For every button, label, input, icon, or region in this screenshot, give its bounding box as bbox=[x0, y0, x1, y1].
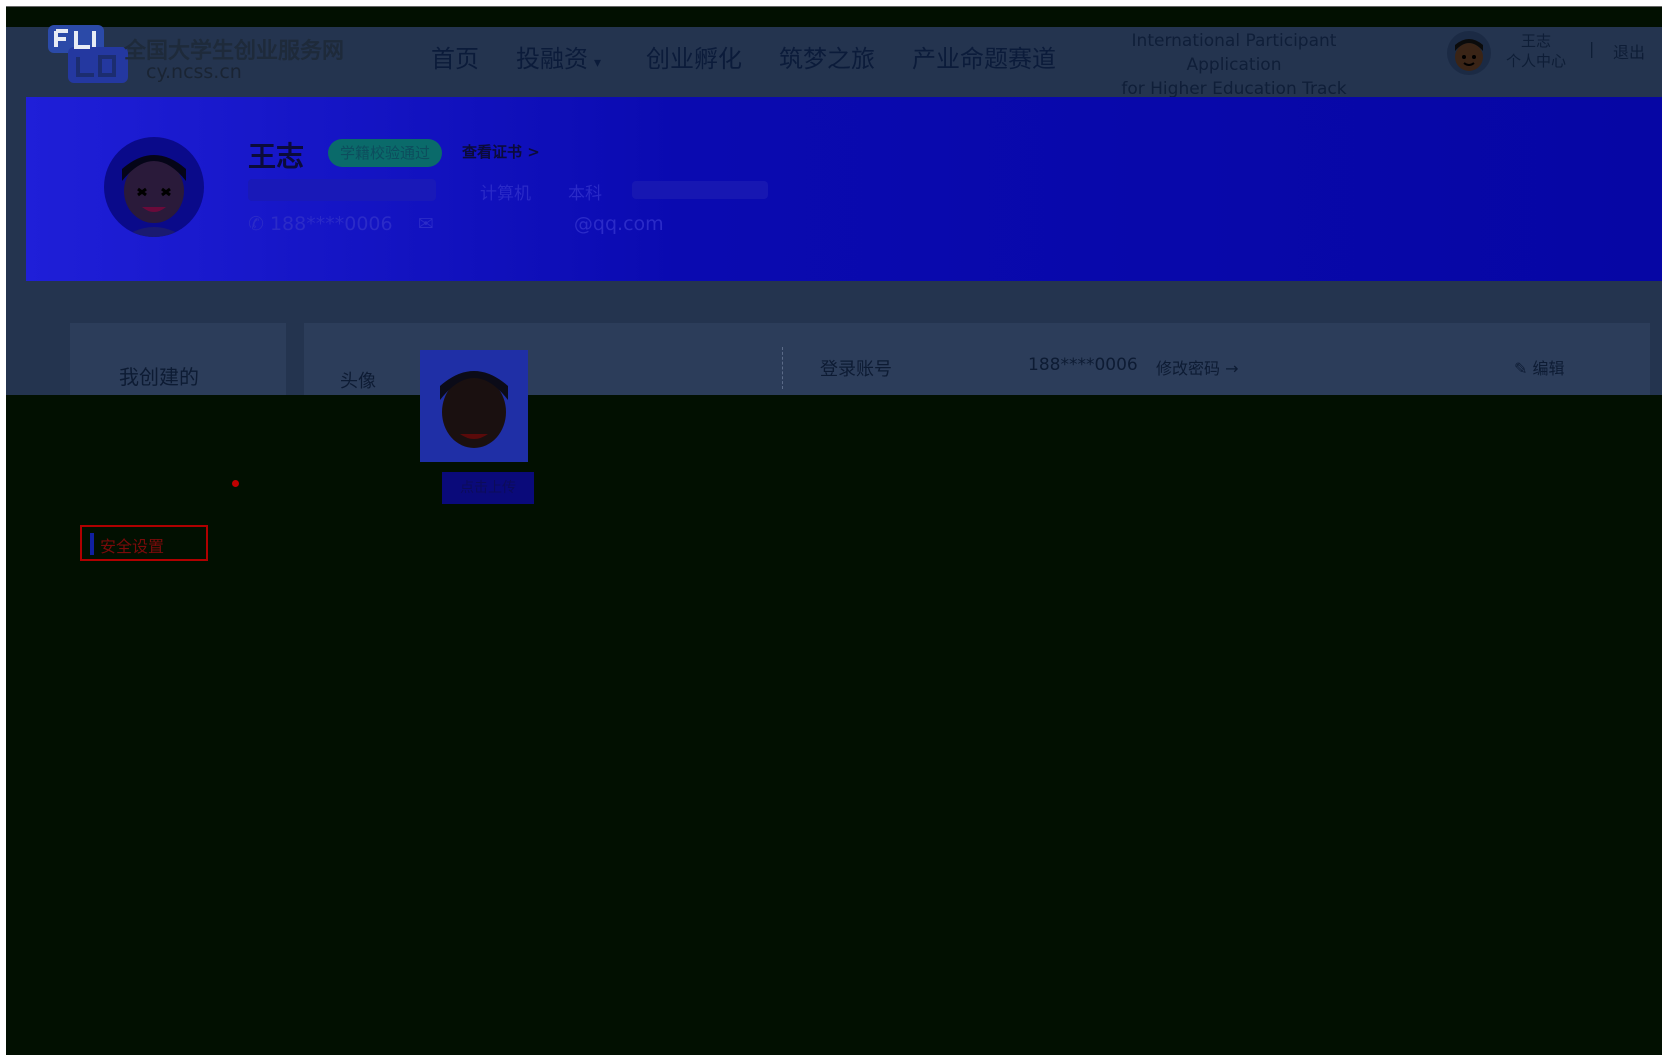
phone-icon: ✆ bbox=[248, 213, 270, 235]
profile-phone: ✆ 188****0006 bbox=[248, 213, 393, 235]
view-certificate-link[interactable]: 查看证书 > bbox=[462, 141, 540, 162]
redacted-email bbox=[434, 220, 574, 230]
sidebar-item-security[interactable]: 安全设置 bbox=[80, 525, 208, 561]
user-menu[interactable]: 王志 个人中心 bbox=[1506, 31, 1566, 71]
sidebar-item-label: 安全设置 bbox=[100, 537, 165, 556]
notification-dot bbox=[232, 480, 239, 487]
nav-journey[interactable]: 筑梦之旅 bbox=[779, 39, 875, 74]
divider bbox=[782, 347, 783, 389]
login-account-label: 登录账号 bbox=[820, 359, 892, 380]
redacted-info bbox=[632, 181, 768, 199]
intl-line-1: International Participant Application bbox=[1131, 31, 1337, 75]
redacted-school bbox=[248, 179, 436, 201]
chevron-down-icon: ▾ bbox=[594, 55, 602, 71]
nav-home[interactable]: 首页 bbox=[431, 39, 479, 74]
nav-industry-track[interactable]: 产业命题赛道 bbox=[912, 39, 1056, 74]
avatar-label: 头像 bbox=[340, 371, 376, 392]
status-badge: 学籍校验通过 bbox=[328, 139, 443, 167]
mail-icon: ✉ bbox=[418, 213, 434, 235]
site-url[interactable]: cy.ncss.cn bbox=[146, 61, 242, 83]
top-navigation: 全国大学生创业服务网 cy.ncss.cn 首页 投融资 ▾ 创业孵化 筑梦之旅 … bbox=[6, 25, 1662, 101]
profile-banner: 王志 学籍校验通过 查看证书 > 计算机 本科 ✆ 188****0006 ✉ @… bbox=[26, 97, 1662, 281]
avatar-face-icon bbox=[1455, 39, 1483, 71]
sidebar-title[interactable]: 我创建的 bbox=[119, 361, 199, 390]
browser-viewport: 全国大学生创业服务网 cy.ncss.cn 首页 投融资 ▾ 创业孵化 筑梦之旅 … bbox=[6, 6, 1662, 1055]
edit-button[interactable]: ✎ 编辑 bbox=[1514, 355, 1565, 379]
user-center-link[interactable]: 个人中心 bbox=[1506, 51, 1566, 71]
upload-avatar-button[interactable]: 点击上传 bbox=[442, 472, 534, 504]
logout-link[interactable]: 退出 bbox=[1613, 39, 1645, 63]
login-account-value: 188****0006 bbox=[1028, 355, 1138, 375]
nav-separator: | bbox=[1589, 39, 1595, 58]
profile-major: 计算机 bbox=[480, 184, 531, 204]
change-password-link[interactable]: 修改密码 → bbox=[1156, 355, 1239, 379]
edit-label: 编辑 bbox=[1532, 359, 1565, 378]
profile-name: 王志 bbox=[248, 140, 305, 173]
nav-incubation[interactable]: 创业孵化 bbox=[646, 39, 742, 74]
active-indicator bbox=[90, 533, 94, 555]
nav-finance-label: 投融资 bbox=[516, 45, 588, 73]
phone-number: 188****0006 bbox=[269, 213, 393, 235]
avatar-face-icon bbox=[122, 155, 186, 237]
profile-degree: 本科 bbox=[568, 184, 602, 204]
profile-avatar bbox=[104, 137, 204, 237]
avatar-face-icon bbox=[440, 371, 508, 448]
banner-edge bbox=[6, 97, 26, 297]
avatar[interactable] bbox=[1447, 31, 1491, 75]
user-name: 王志 bbox=[1521, 32, 1552, 50]
nav-international-application[interactable]: International Participant Application fo… bbox=[1084, 29, 1384, 101]
profile-email: ✉ @qq.com bbox=[418, 213, 664, 235]
email-suffix: @qq.com bbox=[573, 213, 664, 235]
pencil-icon: ✎ bbox=[1514, 359, 1533, 378]
nav-finance[interactable]: 投融资 ▾ bbox=[516, 39, 601, 74]
avatar-preview bbox=[420, 350, 528, 462]
